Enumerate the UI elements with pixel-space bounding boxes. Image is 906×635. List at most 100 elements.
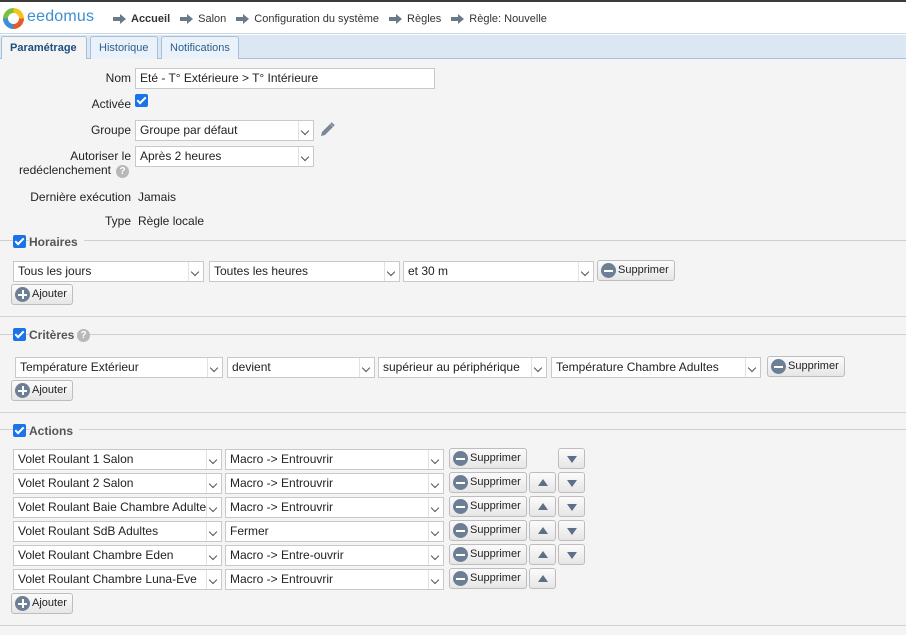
arrow-down-icon (567, 504, 577, 511)
chevron-down-icon (298, 147, 313, 166)
horaires-title: Horaires (29, 235, 84, 249)
minus-circle-icon (453, 523, 468, 538)
minus-circle-icon (601, 263, 616, 278)
action-command-select[interactable]: Macro -> Entrouvrir (225, 449, 444, 470)
retrigger-label-line2: redéclenchement (18, 163, 111, 177)
move-down-button[interactable] (558, 496, 585, 517)
action-command-select[interactable]: Macro -> Entrouvrir (225, 569, 444, 590)
action-command-select[interactable]: Macro -> Entre-ouvrir (225, 545, 444, 566)
action-device-select[interactable]: Volet Roulant 1 Salon (13, 449, 222, 470)
chevron-down-icon (745, 358, 760, 377)
breadcrumb-item-salon[interactable]: Salon (180, 13, 226, 25)
action-command-select[interactable]: Fermer (225, 521, 444, 542)
chevron-down-icon (206, 570, 221, 589)
arrow-up-icon (538, 575, 548, 582)
minus-circle-icon (771, 359, 786, 374)
move-down-button[interactable] (558, 520, 585, 541)
action-command-select[interactable]: Macro -> Entrouvrir (225, 473, 444, 494)
actions-add-button[interactable]: Ajouter (11, 593, 73, 614)
brand-name[interactable]: eedomus (27, 8, 94, 26)
move-up-button[interactable] (529, 472, 556, 493)
horaires-checkbox[interactable] (13, 235, 26, 248)
group-select[interactable]: Groupe par défaut (135, 120, 314, 141)
chevron-down-icon (298, 121, 313, 140)
action-device-select[interactable]: Volet Roulant Chambre Luna-Eve (13, 569, 222, 590)
criteres-target-select[interactable]: Température Chambre Adultes (551, 357, 761, 378)
move-up-button[interactable] (529, 544, 556, 565)
minus-circle-icon (453, 547, 468, 562)
action-command-select[interactable]: Macro -> Entrouvrir (225, 497, 444, 518)
settings-panel: Nom Eté - T° Extérieure > T° Intérieure … (0, 59, 906, 635)
move-up-button[interactable] (529, 568, 556, 589)
plus-circle-icon (15, 596, 30, 611)
name-label: Nom (105, 71, 131, 85)
criteres-comparator-select[interactable]: supérieur au périphérique (378, 357, 547, 378)
breadcrumb-item-regle-nouvelle[interactable]: Règle: Nouvelle (451, 13, 547, 25)
criteres-checkbox[interactable] (13, 328, 26, 341)
horaires-hour-select[interactable]: Toutes les heures (209, 261, 400, 282)
edit-pencil-icon[interactable] (318, 121, 336, 139)
arrow-up-icon (538, 479, 548, 486)
criteres-delete-button[interactable]: Supprimer (767, 356, 845, 377)
breadcrumb-item-regles[interactable]: Règles (389, 13, 441, 25)
horaires-add-button[interactable]: Ajouter (11, 284, 73, 305)
action-delete-button[interactable]: Supprimer (449, 448, 527, 469)
type-value: Règle locale (138, 214, 205, 228)
action-delete-button[interactable]: Supprimer (449, 472, 527, 493)
group-label: Groupe (90, 123, 131, 137)
arrow-down-icon (567, 528, 577, 535)
chevron-down-icon (206, 546, 221, 565)
help-icon[interactable]: ? (77, 329, 90, 342)
arrow-down-icon (567, 552, 577, 559)
tab-notifications[interactable]: Notifications (161, 36, 239, 59)
name-field[interactable]: Eté - T° Extérieure > T° Intérieure (135, 68, 435, 89)
chevron-down-icon (206, 450, 221, 469)
retrigger-select[interactable]: Après 2 heures (135, 146, 314, 167)
criteres-condition-select[interactable]: devient (227, 357, 375, 378)
chevron-down-icon (428, 570, 443, 589)
tab-parametrage[interactable]: Paramétrage (1, 36, 87, 60)
action-delete-button[interactable]: Supprimer (449, 568, 527, 589)
arrow-up-icon (538, 503, 548, 510)
logo-icon[interactable] (3, 8, 24, 29)
action-device-select[interactable]: Volet Roulant 2 Salon (13, 473, 222, 494)
criteres-border (0, 334, 906, 335)
divider (0, 625, 906, 626)
move-up-button[interactable] (529, 520, 556, 541)
chevron-down-icon (428, 450, 443, 469)
arrow-up-icon (538, 551, 548, 558)
last-exec-value: Jamais (138, 190, 177, 204)
breadcrumb-item-configuration[interactable]: Configuration du système (236, 13, 379, 25)
action-device-select[interactable]: Volet Roulant Baie Chambre Adultes (13, 497, 222, 518)
arrow-right-icon (180, 14, 194, 24)
action-device-select[interactable]: Volet Roulant SdB Adultes (13, 521, 222, 542)
action-delete-button[interactable]: Supprimer (449, 520, 527, 541)
actions-title: Actions (29, 424, 80, 438)
move-down-button[interactable] (558, 448, 585, 469)
horaires-day-select[interactable]: Tous les jours (13, 261, 204, 282)
plus-circle-icon (15, 287, 30, 302)
horaires-minute-select[interactable]: et 30 m (403, 261, 594, 282)
chevron-down-icon (207, 358, 222, 377)
action-device-select[interactable]: Volet Roulant Chambre Eden (13, 545, 222, 566)
chevron-down-icon (188, 262, 203, 281)
move-down-button[interactable] (558, 544, 585, 565)
criteres-add-button[interactable]: Ajouter (11, 380, 73, 401)
actions-border (0, 429, 906, 430)
chevron-down-icon (206, 522, 221, 541)
arrow-right-icon (113, 14, 127, 24)
help-icon[interactable]: ? (116, 165, 129, 178)
tab-bar: Paramétrage Historique Notifications (0, 35, 906, 60)
action-delete-button[interactable]: Supprimer (449, 496, 527, 517)
horaires-delete-button[interactable]: Supprimer (597, 260, 675, 281)
criteres-device-select[interactable]: Température Extérieur (15, 357, 223, 378)
breadcrumb-item-accueil[interactable]: Accueil (113, 13, 170, 25)
activated-checkbox[interactable] (135, 94, 148, 107)
minus-circle-icon (453, 571, 468, 586)
move-down-button[interactable] (558, 472, 585, 493)
actions-checkbox[interactable] (13, 424, 26, 437)
move-up-button[interactable] (529, 496, 556, 517)
tab-historique[interactable]: Historique (90, 36, 158, 59)
minus-circle-icon (453, 475, 468, 490)
action-delete-button[interactable]: Supprimer (449, 544, 527, 565)
